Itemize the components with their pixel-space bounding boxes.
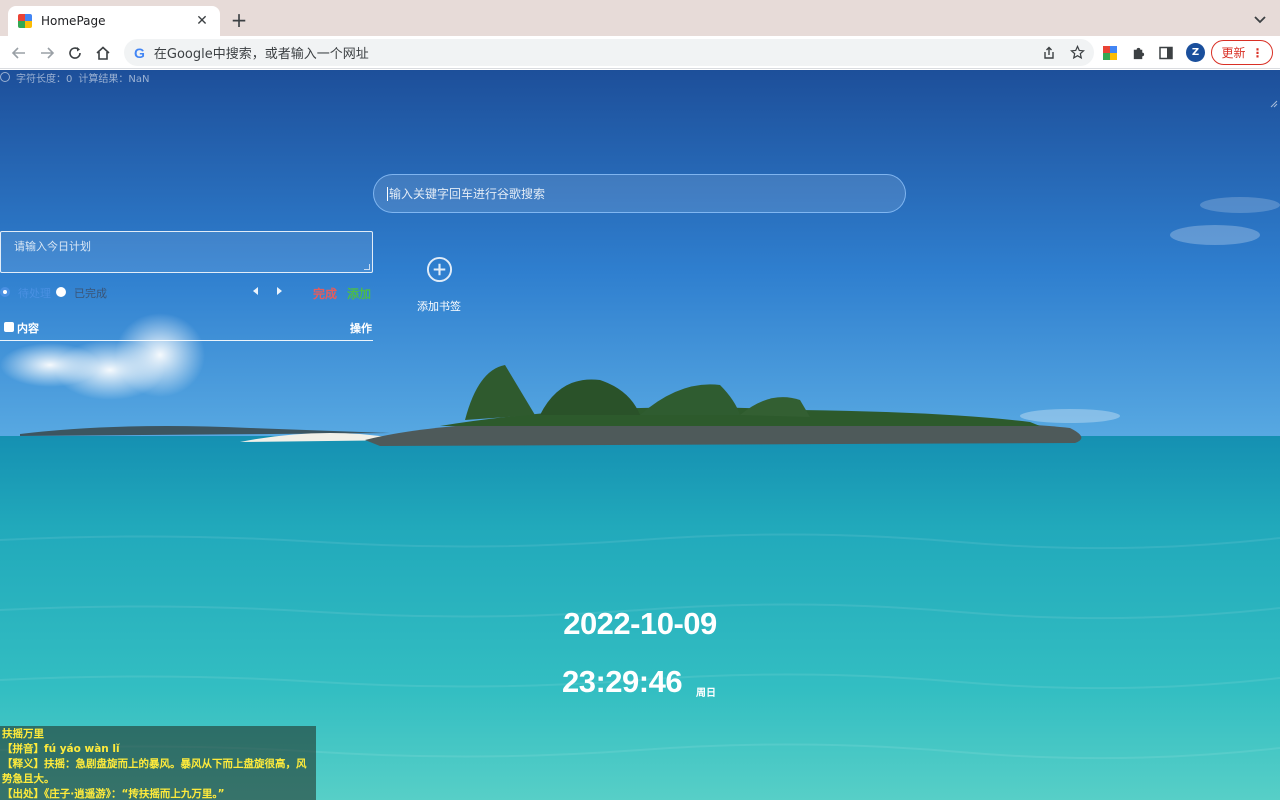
todo-table-header: 内容 操作 <box>0 320 373 341</box>
close-icon[interactable]: ✕ <box>194 13 210 29</box>
resize-grip-icon[interactable] <box>1268 98 1278 108</box>
address-bar-placeholder: 在Google中搜索，或者输入一个网址 <box>153 47 369 62</box>
address-bar[interactable]: G 在Google中搜索，或者输入一个网址 <box>124 39 1094 66</box>
char-calculator-bar: 字符长度：0 计算结果：NaN <box>0 70 150 85</box>
share-icon <box>1044 46 1054 59</box>
plan-placeholder: 请输入今日计划 <box>14 240 91 253</box>
column-content: 内容 <box>17 322 39 335</box>
pending-label[interactable]: 待处理 <box>18 285 51 301</box>
chevron-down-icon[interactable] <box>1252 11 1268 27</box>
idiom-source: 【出处】《庄子·逍遥游》：“抟扶摇而上九万里。” <box>2 788 225 800</box>
caret-left-icon[interactable] <box>253 287 258 295</box>
todo-filter-row: 待处理 已完成 完成 添加 <box>0 285 373 301</box>
tab-title: HomePage <box>41 14 106 28</box>
idiom-meaning: 【释义】扶摇：急剧盘旋而上的暴风。暴风从下而上盘旋很高，风势急且大。 <box>2 758 307 785</box>
text-caret <box>387 186 388 201</box>
reload-icon <box>69 47 81 59</box>
extension-homepage-button[interactable] <box>1099 42 1121 64</box>
calc-result-readout: 计算结果：NaN <box>78 73 150 85</box>
google-icon: G <box>134 44 145 61</box>
pending-radio[interactable] <box>0 287 10 297</box>
done-label[interactable]: 已完成 <box>74 285 107 301</box>
done-radio[interactable] <box>56 287 66 297</box>
new-tab-page: 字符长度：0 计算结果：NaN 输入关键字回车进行谷歌搜索 请输入今日计划 待处… <box>0 70 1280 800</box>
column-operations: 操作 <box>350 322 372 335</box>
clock-time: 23:29:46 <box>562 664 683 699</box>
clock-date: 2022-10-09 <box>563 606 717 641</box>
back-button[interactable] <box>8 42 30 64</box>
share-button[interactable] <box>1038 42 1060 64</box>
daily-plan-textarea[interactable]: 请输入今日计划 <box>0 231 373 273</box>
arrow-left-icon <box>11 47 25 59</box>
side-panel-button[interactable] <box>1155 42 1177 64</box>
search-placeholder: 输入关键字回车进行谷歌搜索 <box>389 187 546 201</box>
extensions-button[interactable] <box>1127 42 1149 64</box>
caret-right-icon[interactable] <box>277 287 282 295</box>
star-icon <box>1069 45 1085 60</box>
toolbar: G 在Google中搜索，或者输入一个网址 Z 更新 ⋮ <box>0 36 1280 69</box>
add-bookmark-label: 添加书签 <box>417 300 461 313</box>
char-length-readout: 字符长度：0 <box>16 73 73 85</box>
home-icon <box>96 46 110 60</box>
update-label: 更新 <box>1221 46 1246 60</box>
homepage-favicon-icon <box>18 14 32 28</box>
profile-avatar[interactable]: Z <box>1186 43 1205 62</box>
add-plan-button[interactable]: 添加 <box>347 285 371 302</box>
select-all-checkbox[interactable] <box>4 322 14 332</box>
arrow-right-icon <box>41 47 55 59</box>
bookmark-star-button[interactable] <box>1066 42 1088 64</box>
colorful-grid-icon <box>1103 46 1117 60</box>
home-button[interactable] <box>92 42 114 64</box>
google-search-input[interactable]: 输入关键字回车进行谷歌搜索 <box>373 174 906 213</box>
idiom-of-the-day: 扶摇万里 【拼音】fú yáo wàn lǐ 【释义】扶摇：急剧盘旋而上的暴风。… <box>0 726 316 800</box>
settings-circle-icon[interactable] <box>0 72 10 82</box>
idiom-pinyin: 【拼音】fú yáo wàn lǐ <box>2 743 120 755</box>
plus-circle-icon <box>426 256 452 283</box>
textarea-resize-icon[interactable] <box>364 264 370 270</box>
clock-time-row: 23:29:46 周日 <box>562 664 716 700</box>
new-tab-button[interactable]: + <box>228 9 250 31</box>
forward-button[interactable] <box>36 42 58 64</box>
reload-button[interactable] <box>64 42 86 64</box>
update-button[interactable]: 更新 ⋮ <box>1211 40 1273 65</box>
tab-strip: HomePage ✕ + <box>0 0 1280 36</box>
clock-weekday: 周日 <box>696 688 716 699</box>
tab-homepage[interactable]: HomePage ✕ <box>8 6 220 36</box>
complete-button[interactable]: 完成 <box>313 285 337 302</box>
add-bookmark-button[interactable]: 添加书签 <box>412 256 466 316</box>
idiom-title: 扶摇万里 <box>2 728 44 740</box>
more-vert-icon: ⋮ <box>1251 45 1264 60</box>
puzzle-icon <box>1133 47 1144 59</box>
side-panel-icon <box>1159 46 1173 60</box>
